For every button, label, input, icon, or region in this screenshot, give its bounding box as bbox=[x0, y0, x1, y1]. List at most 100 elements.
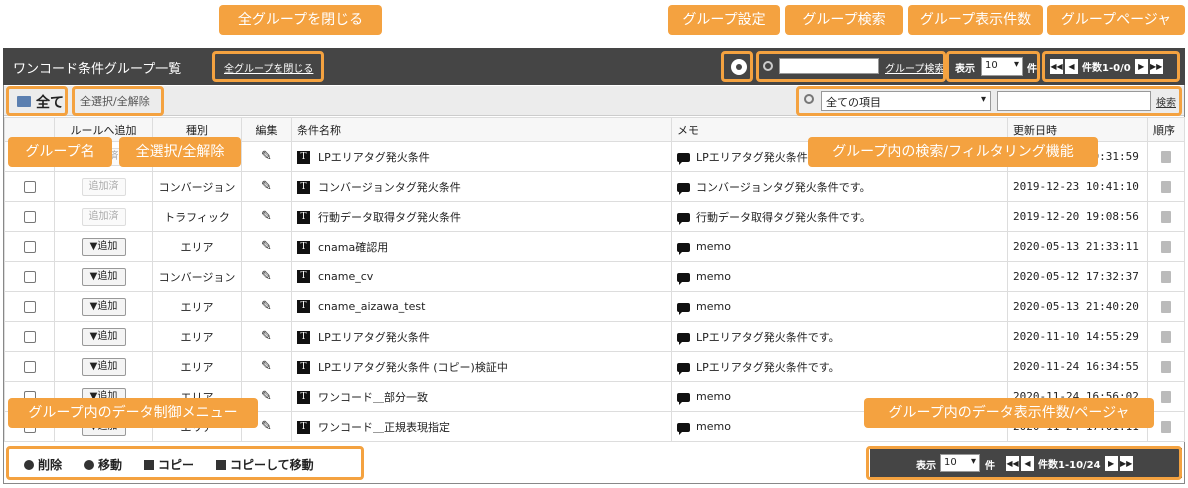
row-edit-cell: ✎ bbox=[241, 351, 292, 382]
row-order-cell bbox=[1147, 261, 1185, 292]
row-checkbox[interactable] bbox=[23, 301, 36, 313]
row-name-cell: T 行動データ取得タグ発火条件 bbox=[291, 201, 672, 232]
row-name-cell: Tcnama確認用 bbox=[291, 231, 672, 262]
table-row: 追加済 コンバージョン ✎ T コンバージョンタグ発火条件 コンバージョンタグ発火… bbox=[4, 171, 1185, 202]
add-to-rule-button[interactable]: 追加済 bbox=[81, 207, 126, 226]
row-checkbox-cell bbox=[4, 351, 55, 382]
row-checkbox-cell bbox=[4, 231, 55, 262]
row-name-cell: T コンバージョンタグ発火条件 bbox=[291, 171, 672, 202]
row-checkbox-cell bbox=[4, 201, 55, 232]
row-date: 2019-12-20 19:08:56 bbox=[1007, 201, 1148, 232]
drag-handle-icon[interactable] bbox=[1161, 271, 1171, 283]
table-row: 追加済 トラフィック ✎ T 行動データ取得タグ発火条件 行動データ取得タグ発火条… bbox=[4, 201, 1185, 232]
pencil-icon[interactable]: ✎ bbox=[261, 179, 272, 194]
memo-icon bbox=[677, 422, 690, 435]
row-order-cell bbox=[1147, 141, 1185, 172]
row-order-cell bbox=[1147, 231, 1185, 262]
row-edit-cell: ✎ bbox=[241, 171, 292, 202]
highlight-group-count bbox=[946, 51, 1040, 82]
pencil-icon[interactable]: ✎ bbox=[261, 239, 272, 254]
highlight-group-pager bbox=[1042, 51, 1180, 82]
add-to-rule-button[interactable]: ▼追加 bbox=[81, 267, 126, 286]
drag-handle-icon[interactable] bbox=[1161, 361, 1171, 373]
row-add-cell: ▼追加 bbox=[54, 351, 153, 382]
drag-handle-icon[interactable] bbox=[1161, 181, 1171, 193]
add-to-rule-button[interactable]: ▼追加 bbox=[81, 297, 126, 316]
text-type-icon: T bbox=[297, 361, 310, 374]
add-to-rule-button[interactable]: 追加済 bbox=[81, 177, 126, 196]
row-memo-cell: memo bbox=[671, 291, 1008, 322]
row-name[interactable]: LPエリアタグ発火条件 bbox=[318, 331, 430, 344]
memo-icon bbox=[677, 302, 690, 315]
row-add-cell: ▼追加 bbox=[54, 321, 153, 352]
text-type-icon: T bbox=[297, 421, 310, 434]
row-add-cell: ▼追加 bbox=[54, 231, 153, 262]
table-row: ▼追加 エリア ✎ Tcname_aizawa_test memo 2020-0… bbox=[4, 291, 1185, 322]
callout-group-count: グループ表示件数 bbox=[908, 5, 1043, 35]
row-name[interactable]: LPエリアタグ発火条件 bbox=[318, 151, 430, 164]
row-edit-cell: ✎ bbox=[241, 201, 292, 232]
row-name-cell: T LPエリアタグ発火条件 bbox=[291, 321, 672, 352]
pencil-icon[interactable]: ✎ bbox=[261, 359, 272, 374]
pencil-icon[interactable]: ✎ bbox=[261, 209, 272, 224]
pencil-icon[interactable]: ✎ bbox=[261, 419, 272, 434]
row-order-cell bbox=[1147, 201, 1185, 232]
row-checkbox[interactable] bbox=[23, 331, 36, 343]
row-date: 2019-12-23 10:41:10 bbox=[1007, 171, 1148, 202]
row-checkbox[interactable] bbox=[23, 181, 36, 193]
row-checkbox[interactable] bbox=[23, 241, 36, 253]
row-memo-cell: LPエリアタグ発火条件です。 bbox=[671, 351, 1008, 382]
add-to-rule-button[interactable]: ▼追加 bbox=[81, 327, 126, 346]
row-checkbox[interactable] bbox=[23, 211, 36, 223]
row-checkbox[interactable] bbox=[23, 361, 36, 373]
row-checkbox[interactable] bbox=[23, 271, 36, 283]
pencil-icon[interactable]: ✎ bbox=[261, 149, 272, 164]
row-type: エリア bbox=[152, 321, 242, 352]
callout-group-settings: グループ設定 bbox=[668, 5, 780, 35]
row-name[interactable]: ワンコード＿部分一致 bbox=[318, 391, 428, 404]
memo-icon bbox=[677, 333, 690, 345]
memo-icon bbox=[677, 272, 690, 285]
row-memo: LPエリアタグ発火条件です。 bbox=[696, 360, 840, 374]
group-list-title: ワンコード条件グループ一覧 bbox=[13, 62, 182, 77]
highlight-group-search bbox=[756, 51, 946, 82]
row-memo: memo bbox=[696, 240, 731, 253]
add-to-rule-button[interactable]: ▼追加 bbox=[81, 237, 126, 256]
callout-group-pager: グループページャ bbox=[1047, 5, 1185, 35]
drag-handle-icon[interactable] bbox=[1161, 421, 1171, 433]
row-name-cell: T ワンコード＿正規表現指定 bbox=[291, 411, 672, 442]
pencil-icon[interactable]: ✎ bbox=[261, 389, 272, 404]
drag-handle-icon[interactable] bbox=[1161, 211, 1171, 223]
pencil-icon[interactable]: ✎ bbox=[261, 329, 272, 344]
row-memo: memo bbox=[696, 390, 731, 403]
pencil-icon[interactable]: ✎ bbox=[261, 269, 272, 284]
row-name[interactable]: 行動データ取得タグ発火条件 bbox=[318, 211, 461, 224]
row-name-cell: Tcname_cv bbox=[291, 261, 672, 292]
row-name[interactable]: コンバージョンタグ発火条件 bbox=[318, 181, 461, 194]
table-row: ▼追加 コンバージョン ✎ Tcname_cv memo 2020-05-12 … bbox=[4, 261, 1185, 292]
row-name[interactable]: ワンコード＿正規表現指定 bbox=[318, 421, 450, 434]
drag-handle-icon[interactable] bbox=[1161, 151, 1171, 163]
col-header-name[interactable]: 条件名称 bbox=[291, 117, 672, 142]
callout-data-pager: グループ内のデータ表示件数/ページャ bbox=[864, 398, 1154, 428]
row-name[interactable]: cnama確認用 bbox=[318, 241, 388, 254]
add-to-rule-button[interactable]: ▼追加 bbox=[81, 357, 126, 376]
drag-handle-icon[interactable] bbox=[1161, 331, 1171, 343]
drag-handle-icon[interactable] bbox=[1161, 391, 1171, 403]
drag-handle-icon[interactable] bbox=[1161, 241, 1171, 253]
row-name-cell: T LPエリアタグ発火条件 bbox=[291, 141, 672, 172]
pencil-icon[interactable]: ✎ bbox=[261, 299, 272, 314]
drag-handle-icon[interactable] bbox=[1161, 301, 1171, 313]
row-checkbox-cell bbox=[4, 291, 55, 322]
row-memo: memo bbox=[696, 300, 731, 313]
text-type-icon: T bbox=[297, 270, 310, 284]
row-name[interactable]: cname_aizawa_test bbox=[318, 300, 425, 313]
highlight-gear bbox=[721, 51, 753, 82]
row-name[interactable]: LPエリアタグ発火条件 (コピー)検証中 bbox=[318, 361, 508, 374]
row-order-cell bbox=[1147, 351, 1185, 382]
row-type: コンバージョン bbox=[152, 261, 242, 292]
text-type-icon: T bbox=[297, 300, 310, 314]
row-order-cell bbox=[1147, 291, 1185, 322]
row-type: トラフィック bbox=[152, 201, 242, 232]
row-name[interactable]: cname_cv bbox=[318, 270, 373, 283]
